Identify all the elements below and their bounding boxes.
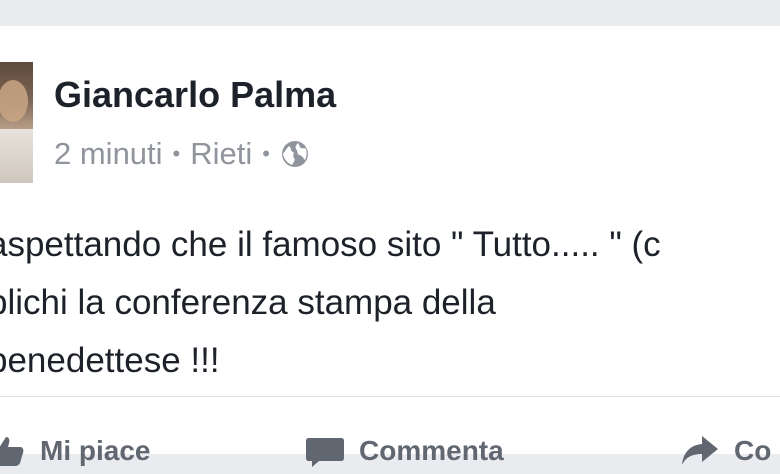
post-text: aspettando che il famoso sito " Tutto...… <box>0 216 780 390</box>
post-time[interactable]: 2 minuti <box>54 136 163 172</box>
post-text-line: blichi la conferenza stampa della <box>0 283 496 322</box>
like-button[interactable]: Mi piace <box>0 434 150 468</box>
meta-separator: • <box>172 141 181 166</box>
comment-label: Commenta <box>359 435 504 466</box>
meta-separator: • <box>262 141 270 166</box>
actions-divider <box>0 396 780 397</box>
post-text-line: benedettese !!! <box>0 341 220 380</box>
share-icon <box>682 436 718 465</box>
like-label: Mi piace <box>40 435 151 466</box>
avatar-face <box>0 80 28 122</box>
thumbs-up-icon <box>0 437 24 466</box>
share-button[interactable]: Co <box>680 434 771 468</box>
author-avatar[interactable] <box>0 62 33 183</box>
comment-button[interactable]: Commenta <box>305 434 504 468</box>
post-meta: 2 minuti • Rieti • <box>54 134 310 174</box>
share-label: Co <box>734 435 772 466</box>
post-actions-bar: Mi piace Commenta Co <box>0 434 780 474</box>
post-location[interactable]: Rieti <box>190 136 252 172</box>
post-card: Giancarlo Palma 2 minuti • Rieti • aspet… <box>0 26 780 467</box>
comment-icon <box>306 438 344 467</box>
author-name[interactable]: Giancarlo Palma <box>54 74 336 116</box>
avatar-shirt <box>0 128 33 183</box>
globe-icon[interactable] <box>280 139 310 169</box>
post-text-line: aspettando che il famoso sito " Tutto...… <box>0 225 661 264</box>
